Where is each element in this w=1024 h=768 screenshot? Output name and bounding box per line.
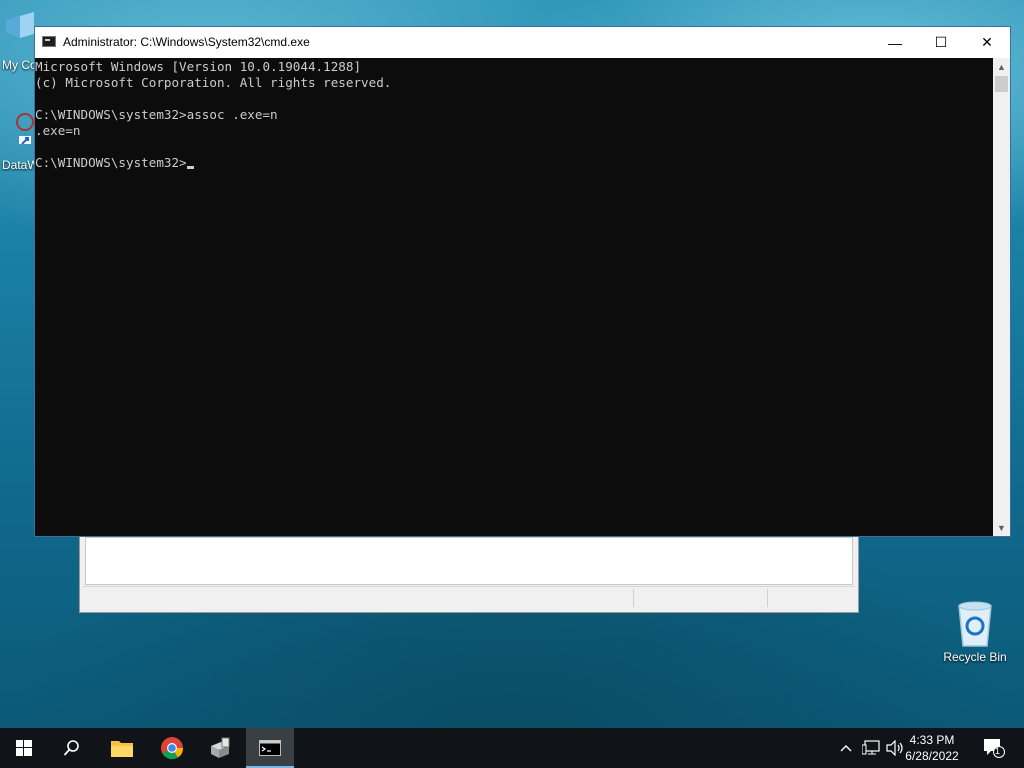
scroll-up-icon[interactable]: ▲ <box>993 58 1010 75</box>
console-output[interactable]: Microsoft Windows [Version 10.0.19044.12… <box>35 58 993 537</box>
background-window-statusbar <box>83 586 855 609</box>
notification-count: 1 <box>995 746 1001 756</box>
maximize-button[interactable]: ☐ <box>918 27 964 58</box>
console-line: ​ <box>35 91 993 107</box>
taskbar-app[interactable] <box>196 728 244 768</box>
minimize-button[interactable]: — <box>872 27 918 58</box>
search-icon <box>63 740 79 756</box>
console-line: .exe=n <box>35 123 81 138</box>
cmd-icon <box>259 740 281 756</box>
clock-time: 4:33 PM <box>909 733 955 747</box>
window-title: Administrator: C:\Windows\System32\cmd.e… <box>63 35 310 49</box>
taskbar-chrome[interactable] <box>148 728 196 768</box>
clock-date: 6/28/2022 <box>905 749 959 763</box>
chevron-up-icon <box>840 745 852 752</box>
recycle-bin-icon <box>958 601 992 647</box>
network-button[interactable] <box>860 728 882 768</box>
console-prompt: C:\WINDOWS\system32> <box>35 155 187 170</box>
console-line: C:\WINDOWS\system32>assoc .exe=n <box>35 107 278 122</box>
title-bar[interactable]: Administrator: C:\Windows\System32\cmd.e… <box>35 27 1010 58</box>
search-button[interactable] <box>48 728 96 768</box>
folder-icon <box>111 741 133 757</box>
desktop-icon-label: Recycle Bin <box>943 650 1007 664</box>
desktop-icon-recycle-bin[interactable]: Recycle Bin <box>940 600 1010 664</box>
computer-icon <box>6 12 34 38</box>
text-cursor <box>186 166 194 169</box>
server-manager-icon <box>211 737 230 758</box>
start-button[interactable] <box>0 728 48 768</box>
action-center-button[interactable]: 1 <box>976 728 1012 768</box>
scrollbar-thumb[interactable] <box>995 76 1008 92</box>
console-prompt-line[interactable]: C:\WINDOWS\system32> <box>35 155 993 171</box>
close-button[interactable]: ✕ <box>964 27 1010 58</box>
console-line: ​ <box>35 139 993 155</box>
system-clock[interactable]: 4:33 PM 6/28/2022 <box>900 732 964 764</box>
dataw-icon <box>16 113 34 144</box>
desktop-icon-label: My Co <box>2 58 37 72</box>
windows-logo-icon <box>16 740 32 756</box>
network-icon <box>862 740 880 755</box>
notification-icon <box>984 739 1005 758</box>
cmd-window[interactable]: Administrator: C:\Windows\System32\cmd.e… <box>34 26 1011 537</box>
taskbar-cmd[interactable] <box>246 728 294 768</box>
background-window-pane <box>85 537 853 585</box>
taskbar-file-explorer[interactable] <box>98 728 146 768</box>
tray-overflow-button[interactable] <box>836 728 856 768</box>
console-line: Microsoft Windows [Version 10.0.19044.12… <box>35 59 362 74</box>
console-line: (c) Microsoft Corporation. All rights re… <box>35 75 392 90</box>
taskbar: 4:33 PM 6/28/2022 1 <box>0 728 1024 768</box>
vertical-scrollbar[interactable]: ▲ ▼ <box>993 58 1010 536</box>
cmd-app-icon[interactable] <box>42 36 56 47</box>
chrome-icon <box>161 737 184 760</box>
scroll-down-icon[interactable]: ▼ <box>993 519 1010 536</box>
